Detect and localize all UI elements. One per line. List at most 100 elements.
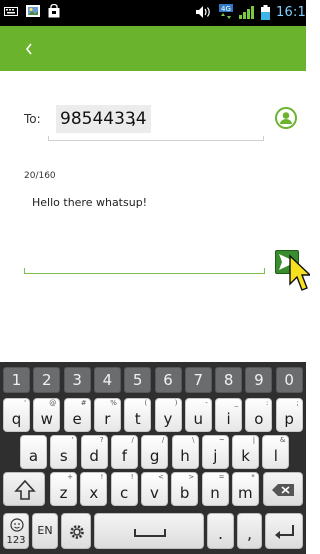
key-hint: & xyxy=(279,436,286,444)
field-edge-right xyxy=(263,136,264,141)
key-3[interactable]: 3 xyxy=(63,367,91,393)
key-g[interactable]: / g xyxy=(141,435,169,469)
period-key[interactable]: . xyxy=(207,513,234,549)
key-5[interactable]: 5 xyxy=(124,367,152,393)
key-hint: ? xyxy=(99,436,104,444)
key-m[interactable]: * m xyxy=(231,472,259,506)
key-label: u xyxy=(193,410,204,428)
key-2[interactable]: 2 xyxy=(33,367,61,393)
shift-key[interactable] xyxy=(3,472,45,506)
key-label: l xyxy=(273,447,278,465)
key-l[interactable]: & l xyxy=(262,435,290,469)
network-label: 4G xyxy=(221,5,231,13)
key-8[interactable]: 8 xyxy=(215,367,243,393)
field-edge-left xyxy=(24,268,25,274)
key-hint: : xyxy=(266,399,269,407)
key-hint: = xyxy=(218,473,225,481)
recipient-separator: , xyxy=(131,109,137,129)
key-x[interactable]: ! x xyxy=(80,472,108,506)
key-f[interactable]: / f xyxy=(110,435,138,469)
shopping-bag-icon xyxy=(48,4,60,18)
key-1[interactable]: 1 xyxy=(3,367,30,393)
gear-icon xyxy=(70,525,84,539)
key-z[interactable]: + z xyxy=(50,472,77,506)
status-bar: 4G 16:1 xyxy=(0,0,306,26)
network-4g-icon: 4G xyxy=(219,4,233,19)
message-field-underline xyxy=(24,273,265,274)
key-label: g xyxy=(149,447,160,465)
key-y[interactable]: ) y xyxy=(154,398,182,432)
key-label: h xyxy=(180,447,190,465)
key-7[interactable]: 7 xyxy=(184,367,212,393)
period-label: . xyxy=(217,524,224,543)
key-hint: ; xyxy=(296,399,299,407)
person-icon[interactable] xyxy=(275,107,297,129)
key-w[interactable]: @ w xyxy=(33,398,61,432)
key-hint: * xyxy=(251,473,255,481)
backspace-icon xyxy=(272,484,294,496)
key-4[interactable]: 4 xyxy=(93,367,121,393)
settings-key[interactable] xyxy=(61,513,91,549)
key-hint: \ xyxy=(192,436,195,444)
comma-key[interactable]: , xyxy=(237,513,262,549)
key-s[interactable]: ' s xyxy=(50,435,78,469)
key-hint: | xyxy=(252,436,256,444)
key-label: o xyxy=(254,410,264,428)
key-r[interactable]: % r xyxy=(93,398,121,432)
key-hint: @ xyxy=(49,399,57,407)
key-label: t xyxy=(134,410,141,428)
key-n[interactable]: = n xyxy=(201,472,229,506)
key-0[interactable]: 0 xyxy=(275,367,303,393)
emoji-123-label: 123 xyxy=(6,535,26,546)
key-j[interactable]: ~ j xyxy=(201,435,229,469)
key-p[interactable]: ; p xyxy=(275,398,303,432)
key-i[interactable]: _ i xyxy=(215,398,243,432)
key-hint: ) xyxy=(174,399,178,407)
key-q[interactable]: ' q xyxy=(3,398,30,432)
volume-icon xyxy=(196,6,210,18)
key-label: y xyxy=(163,410,173,428)
key-e[interactable]: # e xyxy=(63,398,91,432)
message-input[interactable]: Hello there whatsup! xyxy=(32,196,147,209)
key-hint: / xyxy=(161,436,165,444)
key-v[interactable]: < v xyxy=(140,472,168,506)
field-edge-left xyxy=(48,136,49,141)
key-d[interactable]: ? d xyxy=(80,435,108,469)
key-6[interactable]: 6 xyxy=(154,367,182,393)
photo-icon xyxy=(26,5,40,17)
enter-key[interactable] xyxy=(265,513,303,549)
key-label: p xyxy=(284,410,294,428)
key-hint: % xyxy=(110,399,117,407)
chevron-left-icon[interactable] xyxy=(18,37,42,61)
key-label: r xyxy=(104,410,111,428)
key-b[interactable]: > b xyxy=(171,472,199,506)
key-k[interactable]: | k xyxy=(232,435,260,469)
key-c[interactable]: ! c xyxy=(110,472,138,506)
key-hint: ! xyxy=(100,473,104,481)
key-hint: _ xyxy=(234,399,239,407)
space-key[interactable] xyxy=(94,513,204,549)
battery-icon xyxy=(261,4,270,20)
signal-icon xyxy=(239,6,254,19)
recipient-row: To: 98544334 , xyxy=(0,100,306,150)
key-a[interactable]: a xyxy=(20,435,47,469)
key-hint: ( xyxy=(144,399,148,407)
to-label: To: xyxy=(24,112,41,126)
key-9[interactable]: 9 xyxy=(245,367,273,393)
emoji-123-key[interactable]: 123 xyxy=(3,513,29,549)
language-key[interactable]: EN xyxy=(32,513,58,549)
recipient-field[interactable] xyxy=(48,140,264,141)
key-label: e xyxy=(72,410,82,428)
key-hint: < xyxy=(158,473,164,481)
keyboard: 1 2 3 4 5 6 7 8 9 0 ' q @ w # e% r(t) y - u _ i: o; p a ' s? d / f / g \… xyxy=(0,362,306,554)
key-label: k xyxy=(241,447,250,465)
key-hint: ' xyxy=(71,436,74,444)
key-h[interactable]: \ h xyxy=(171,435,199,469)
key-t[interactable]: (t xyxy=(124,398,152,432)
key-label: q xyxy=(11,410,22,428)
backspace-key[interactable] xyxy=(263,472,303,506)
key-o[interactable]: :o xyxy=(245,398,273,432)
key-hint: ~ xyxy=(218,436,225,444)
key-hint: ! xyxy=(130,473,134,481)
key-u[interactable]: -u xyxy=(184,398,212,432)
